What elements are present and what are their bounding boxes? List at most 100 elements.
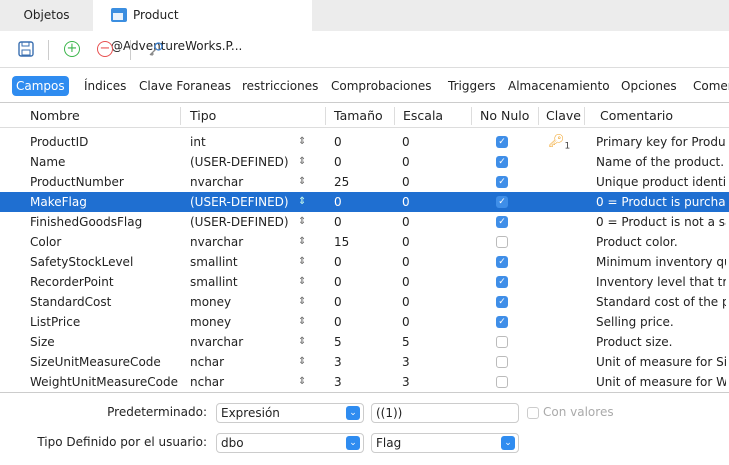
field-comment[interactable]: Unit of measure for Size	[596, 352, 726, 372]
table-row[interactable]: ProductNumber nvarchar ⇕ 25 0 ✓ Unique product…	[0, 172, 729, 192]
col-escala[interactable]: Escala	[403, 103, 443, 128]
field-name[interactable]: StandardCost	[30, 292, 180, 312]
field-scale[interactable]: 3	[402, 352, 410, 372]
tab-objetos[interactable]: Objetos	[0, 0, 93, 31]
field-size[interactable]: 25	[334, 172, 349, 192]
table-row[interactable]: SafetyStockLevel smallint ⇕ 0 0 ✓ Minimum inve…	[0, 252, 729, 272]
not-null-checkbox[interactable]: ✓	[496, 296, 508, 308]
field-type[interactable]: nvarchar	[190, 232, 295, 252]
field-name[interactable]: WeightUnitMeasureCode	[30, 372, 180, 392]
field-comment[interactable]: Name of the product.	[596, 152, 726, 172]
type-spinner-icon[interactable]: ⇕	[298, 332, 306, 352]
field-type[interactable]: int	[190, 132, 295, 152]
default-value-input[interactable]: ((1))	[371, 403, 519, 423]
table-row[interactable]: ListPrice money ⇕ 0 0 ✓ Selling price.	[0, 312, 729, 332]
field-scale[interactable]: 0	[402, 132, 410, 152]
type-spinner-icon[interactable]: ⇕	[298, 272, 306, 292]
table-row[interactable]: WeightUnitMeasureCode nchar ⇕ 3 3 Unit of mea…	[0, 372, 729, 392]
type-spinner-icon[interactable]: ⇕	[298, 372, 306, 392]
field-name[interactable]: ListPrice	[30, 312, 180, 332]
field-scale[interactable]: 0	[402, 152, 410, 172]
key-icon[interactable]	[147, 40, 165, 58]
field-comment[interactable]: Unique product identifi	[596, 172, 726, 192]
not-null-checkbox[interactable]	[496, 336, 508, 348]
subtab-restricciones[interactable]: restricciones	[242, 76, 318, 96]
subtab-triggers[interactable]: Triggers	[448, 76, 496, 96]
field-scale[interactable]: 0	[402, 292, 410, 312]
field-comment[interactable]: 0 = Product is purchase	[596, 192, 726, 212]
subtab-comprobaciones[interactable]: Comprobaciones	[331, 76, 432, 96]
table-row[interactable]: FinishedGoodsFlag (USER-DEFINED) ⇕ 0 0 ✓ 0 = P…	[0, 212, 729, 232]
field-comment[interactable]: 0 = Product is not a sala	[596, 212, 726, 232]
table-row[interactable]: RecorderPoint smallint ⇕ 0 0 ✓ Inventory level…	[0, 272, 729, 292]
udt-name-select[interactable]: Flag ⌄	[371, 433, 519, 453]
col-tamano[interactable]: Tamaño	[334, 103, 383, 128]
field-size[interactable]: 0	[334, 152, 342, 172]
field-type[interactable]: (USER-DEFINED)	[190, 212, 295, 232]
not-null-checkbox[interactable]: ✓	[496, 156, 508, 168]
field-size[interactable]: 0	[334, 132, 342, 152]
not-null-checkbox[interactable]: ✓	[496, 316, 508, 328]
field-size[interactable]: 3	[334, 372, 342, 392]
field-type[interactable]: nchar	[190, 372, 295, 392]
add-icon[interactable]: +	[63, 40, 81, 58]
field-name[interactable]: Size	[30, 332, 180, 352]
type-spinner-icon[interactable]: ⇕	[298, 212, 306, 232]
field-size[interactable]: 0	[334, 312, 342, 332]
col-nombre[interactable]: Nombre	[30, 103, 80, 128]
type-spinner-icon[interactable]: ⇕	[298, 312, 306, 332]
table-row[interactable]: StandardCost money ⇕ 0 0 ✓ Standard cost of th…	[0, 292, 729, 312]
field-comment[interactable]: Product color.	[596, 232, 726, 252]
subtab-indices[interactable]: Índices	[84, 76, 126, 96]
col-comentario[interactable]: Comentario	[600, 103, 673, 128]
field-comment[interactable]: Selling price.	[596, 312, 726, 332]
save-icon[interactable]	[17, 40, 35, 58]
field-name[interactable]: SizeUnitMeasureCode	[30, 352, 180, 372]
field-name[interactable]: FinishedGoodsFlag	[30, 212, 180, 232]
not-null-checkbox[interactable]	[496, 356, 508, 368]
subtab-opciones[interactable]: Opciones	[621, 76, 677, 96]
table-row[interactable]: SizeUnitMeasureCode nchar ⇕ 3 3 Unit of measu…	[0, 352, 729, 372]
tab-product[interactable]: Product @AdventureWorks.P...	[93, 0, 312, 53]
col-tipo[interactable]: Tipo	[190, 103, 216, 128]
not-null-checkbox[interactable]	[496, 236, 508, 248]
type-spinner-icon[interactable]: ⇕	[298, 232, 306, 252]
not-null-checkbox[interactable]: ✓	[496, 256, 508, 268]
type-spinner-icon[interactable]: ⇕	[298, 172, 306, 192]
field-name[interactable]: Color	[30, 232, 180, 252]
type-spinner-icon[interactable]: ⇕	[298, 132, 306, 152]
not-null-checkbox[interactable]	[496, 376, 508, 388]
field-type[interactable]: smallint	[190, 252, 295, 272]
field-comment[interactable]: Standard cost of the pr	[596, 292, 726, 312]
field-scale[interactable]: 0	[402, 232, 410, 252]
field-scale[interactable]: 0	[402, 252, 410, 272]
field-scale[interactable]: 0	[402, 272, 410, 292]
not-null-checkbox[interactable]: ✓	[496, 136, 508, 148]
col-no-nulo[interactable]: No Nulo	[480, 103, 529, 128]
field-scale[interactable]: 5	[402, 332, 410, 352]
subtab-clave-foraneas[interactable]: Clave Foraneas	[139, 76, 231, 96]
type-spinner-icon[interactable]: ⇕	[298, 252, 306, 272]
field-name[interactable]: ProductID	[30, 132, 180, 152]
with-values-checkbox[interactable]	[527, 407, 539, 419]
type-spinner-icon[interactable]: ⇕	[298, 152, 306, 172]
type-spinner-icon[interactable]: ⇕	[298, 352, 306, 372]
type-spinner-icon[interactable]: ⇕	[298, 292, 306, 312]
field-comment[interactable]: Minimum inventory qua	[596, 252, 726, 272]
field-type[interactable]: (USER-DEFINED)	[190, 192, 295, 212]
field-name[interactable]: Name	[30, 152, 180, 172]
field-size[interactable]: 15	[334, 232, 349, 252]
field-scale[interactable]: 0	[402, 172, 410, 192]
field-type[interactable]: (USER-DEFINED)	[190, 152, 295, 172]
field-size[interactable]: 0	[334, 252, 342, 272]
col-clave[interactable]: Clave	[546, 103, 581, 128]
field-type[interactable]: nchar	[190, 352, 295, 372]
field-name[interactable]: MakeFlag	[30, 192, 180, 212]
field-type[interactable]: smallint	[190, 272, 295, 292]
default-type-select[interactable]: Expresión ⌄	[216, 403, 364, 423]
not-null-checkbox[interactable]: ✓	[496, 216, 508, 228]
field-size[interactable]: 5	[334, 332, 342, 352]
field-comment[interactable]: Primary key for Product	[596, 132, 726, 152]
not-null-checkbox[interactable]: ✓	[496, 196, 508, 208]
table-row[interactable]: Name (USER-DEFINED) ⇕ 0 0 ✓ Name of the produc…	[0, 152, 729, 172]
